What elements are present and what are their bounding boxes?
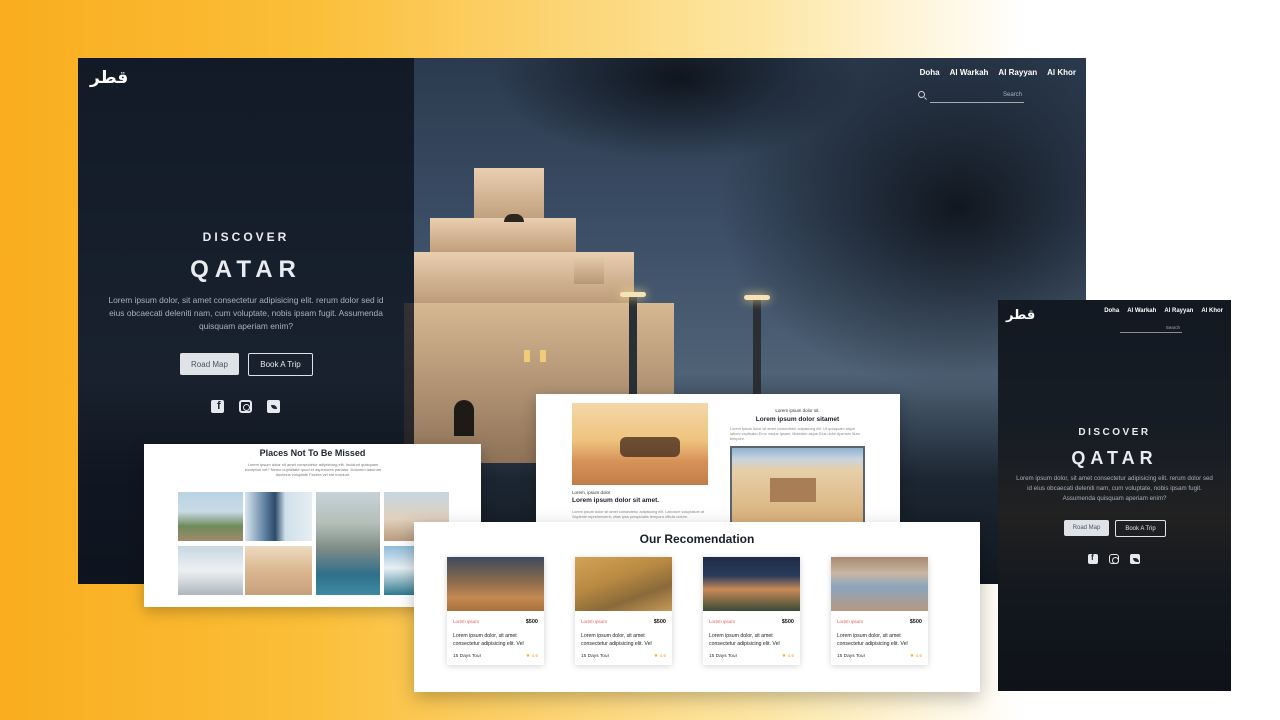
- tour-card[interactable]: Lorem ipsum $500 Lorem ipsum dolor, sit …: [831, 557, 928, 665]
- nav-item-doha[interactable]: Doha: [920, 68, 940, 77]
- mobile-search-input[interactable]: Search: [1120, 325, 1182, 333]
- article-right-title: Lorem ipsum dolor sitamet: [755, 416, 840, 423]
- tour-price: $500: [653, 619, 666, 625]
- place-photo-white-building[interactable]: [178, 546, 243, 595]
- tour-price: $500: [525, 619, 538, 625]
- site-logo[interactable]: قطر: [90, 68, 128, 88]
- place-photo-tower[interactable]: [245, 492, 312, 541]
- instagram-icon[interactable]: [239, 400, 252, 413]
- tour-rating: ★ 4.6: [909, 654, 922, 659]
- mobile-preview: قطر Doha Al Warkah Al Rayyan Al Khor Sea…: [998, 300, 1231, 691]
- article-left-kicker: Lorem, ipsum dolor: [572, 490, 611, 495]
- tour-location: Lorem ipsum: [709, 619, 736, 624]
- tour-price: $500: [909, 619, 922, 625]
- mobile-road-map-button[interactable]: Road Map: [1064, 520, 1109, 536]
- search-input[interactable]: Search: [918, 91, 1024, 103]
- tour-description: Lorem ipsum dolor, sit amet consectetur …: [837, 633, 908, 647]
- tour-card-image: [703, 557, 800, 611]
- desert-fort-photo: [730, 446, 865, 524]
- tour-duration: 15 Days Tour: [837, 654, 866, 659]
- tour-duration: 15 Days Tour: [709, 654, 738, 659]
- search-placeholder: Search: [1002, 92, 1022, 98]
- mobile-nav-item-al-rayyan[interactable]: Al Rayyan: [1164, 308, 1193, 314]
- top-nav: Doha Al Warkah Al Rayyan Al Khor: [920, 68, 1076, 77]
- tour-duration: 15 Days Tour: [453, 654, 482, 659]
- search-icon: [918, 91, 925, 98]
- article-left-body: Lorem ipsum dolor sit amet consectetur a…: [572, 510, 705, 519]
- nav-item-al-warkah[interactable]: Al Warkah: [950, 68, 989, 77]
- tour-price: $500: [781, 619, 794, 625]
- places-subtitle: Lorem ipsum dolor sit amet consectetur a…: [244, 462, 382, 477]
- instagram-icon[interactable]: [1109, 554, 1119, 564]
- tour-location: Lorem ipsum: [837, 619, 864, 624]
- hero-discover-label: DISCOVER: [202, 230, 290, 244]
- hero-title: QATAR: [190, 256, 302, 283]
- nav-item-al-rayyan[interactable]: Al Rayyan: [998, 68, 1037, 77]
- tour-card-image: [831, 557, 928, 611]
- tour-location: Lorem ipsum: [581, 619, 608, 624]
- article-left-title: Lorem ipsum dolor sit amet.: [572, 497, 660, 504]
- recommendation-title: Our Recomendation: [639, 532, 755, 546]
- facebook-icon[interactable]: [1088, 553, 1098, 564]
- tour-card[interactable]: Lorem ipsum $500 Lorem ipsum dolor, sit …: [575, 557, 672, 665]
- mobile-search-placeholder: Search: [1165, 325, 1180, 330]
- article-right-body: Lorem ipsum dolor sit amet consectetur a…: [730, 427, 860, 441]
- twitter-icon[interactable]: [267, 400, 280, 413]
- article-right-kicker: Lorem ipsum dolor sit.: [775, 408, 820, 413]
- place-photo-desert-fort[interactable]: [245, 546, 312, 595]
- tour-description: Lorem ipsum dolor, sit amet consectetur …: [453, 633, 524, 647]
- hero-description: Lorem ipsum dolor, sit amet consectetur …: [108, 295, 384, 331]
- tour-rating: ★ 4.6: [781, 654, 794, 659]
- tour-rating: ★ 4.6: [525, 654, 538, 659]
- mobile-nav-item-al-khor[interactable]: Al Khor: [1201, 308, 1223, 314]
- tour-location: Lorem ipsum: [453, 619, 480, 624]
- tour-card[interactable]: Lorem ipsum $500 Lorem ipsum dolor, sit …: [703, 557, 800, 665]
- mobile-discover-label: DISCOVER: [1078, 427, 1151, 438]
- tour-rating: ★ 4.6: [653, 654, 666, 659]
- tour-card-image: [447, 557, 544, 611]
- camel-caravan-photo: [572, 403, 708, 485]
- tour-card-image: [575, 557, 672, 611]
- mobile-site-logo[interactable]: قطر: [1006, 308, 1035, 323]
- social-links: [211, 400, 280, 413]
- tour-duration: 15 Days Tour: [581, 654, 610, 659]
- nav-item-al-khor[interactable]: Al Khor: [1047, 68, 1076, 77]
- article-section: Lorem, ipsum dolor Lorem ipsum dolor sit…: [536, 394, 900, 524]
- book-a-trip-button[interactable]: Book A Trip: [248, 353, 313, 376]
- mobile-social-links: [1088, 553, 1140, 564]
- place-photo-aerial[interactable]: [316, 492, 380, 595]
- tour-card[interactable]: Lorem ipsum $500 Lorem ipsum dolor, sit …: [447, 557, 544, 665]
- tour-description: Lorem ipsum dolor, sit amet consectetur …: [709, 633, 780, 647]
- tour-description: Lorem ipsum dolor, sit amet consectetur …: [581, 633, 652, 647]
- mobile-top-nav: Doha Al Warkah Al Rayyan Al Khor: [1104, 308, 1223, 314]
- mobile-book-a-trip-button[interactable]: Book A Trip: [1115, 520, 1166, 537]
- mobile-nav-item-doha[interactable]: Doha: [1104, 308, 1119, 314]
- mobile-title: QATAR: [1071, 448, 1158, 468]
- facebook-icon[interactable]: [211, 400, 224, 413]
- places-title: Places Not To Be Missed: [259, 448, 366, 458]
- mobile-nav-item-al-warkah[interactable]: Al Warkah: [1127, 308, 1156, 314]
- twitter-icon[interactable]: [1130, 554, 1140, 564]
- mobile-description: Lorem ipsum dolor, sit amet consectetur …: [1016, 475, 1213, 502]
- place-photo-palms[interactable]: [178, 492, 243, 541]
- recommendation-section: Our Recomendation Lorem ipsum $500 Lorem…: [414, 522, 980, 692]
- road-map-button[interactable]: Road Map: [180, 353, 239, 375]
